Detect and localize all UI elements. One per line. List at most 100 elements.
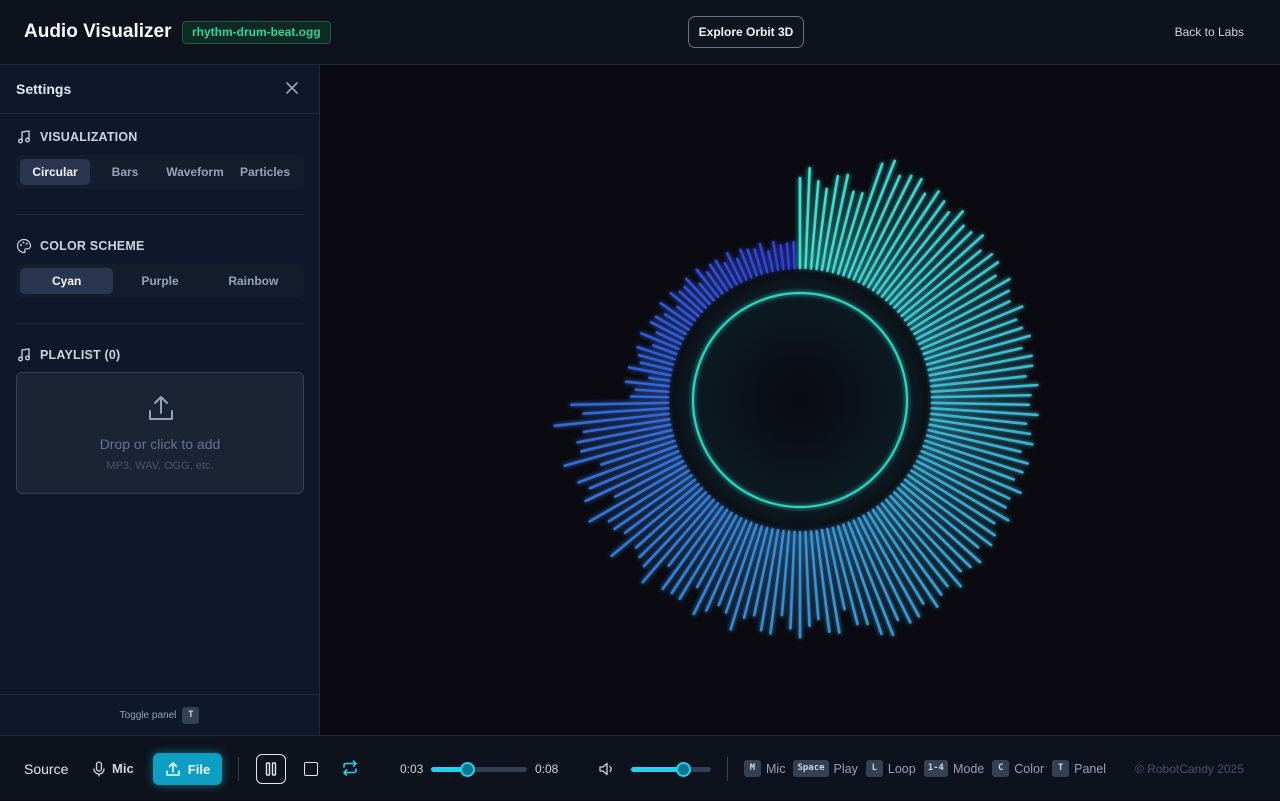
visualizer-bar (804, 167, 812, 270)
visualization-heading: VISUALIZATION (16, 129, 138, 145)
loop-icon[interactable] (341, 759, 359, 777)
visualizer-bar (779, 244, 785, 271)
volume-slider[interactable] (631, 762, 711, 777)
visualizer-bar (725, 252, 743, 284)
shortcut-label: Mode (952, 761, 985, 776)
current-file-badge: rhythm-drum-beat.ogg (182, 21, 331, 44)
visualization-mode-selector: Circular Bars Waveform Particles (16, 155, 304, 189)
visualizer-bar (930, 383, 1039, 394)
visualizer-bar (892, 231, 973, 309)
volume-icon[interactable] (598, 760, 616, 778)
shortcut-key: Space (793, 760, 829, 777)
shortcut-key: L (865, 760, 883, 777)
visualizer-bar (717, 521, 753, 607)
shortcut-label: Mic (766, 761, 786, 776)
visualizer-bar (930, 406, 1039, 417)
keyboard-shortcuts: M Mic Space Play L Loop 1-4 Mode C Color T Pan… (744, 736, 1106, 801)
shortcut-label: Loop (887, 761, 916, 776)
app-title: Audio Visualizer (24, 21, 172, 42)
separator (727, 757, 728, 781)
player-bar: Source Mic File 0:03 0:08 M Mic Space Play… (0, 735, 1280, 800)
shortcut-key: M (744, 760, 761, 777)
seek-handle[interactable] (460, 762, 475, 777)
current-time: 0:03 (400, 762, 424, 776)
playlist-heading: PLAYLIST (0) (16, 347, 120, 363)
shortcut-label: Play (833, 761, 858, 776)
playlist-heading-label: PLAYLIST (0) (40, 348, 121, 362)
scheme-rainbow[interactable]: Rainbow (207, 268, 300, 294)
volume-handle[interactable] (676, 762, 691, 777)
shortcut-label: Color (1014, 761, 1045, 776)
shortcut-loop: L Loop (865, 760, 916, 777)
visualizer-bar (613, 459, 685, 498)
mode-particles[interactable]: Particles (230, 159, 300, 185)
visualizer-bar (698, 282, 716, 302)
explore-orbit-button[interactable]: Explore Orbit 3D (688, 16, 804, 48)
duration: 0:08 (535, 762, 559, 776)
visualizer-bar (769, 529, 785, 635)
seek-slider[interactable] (431, 762, 527, 777)
mic-label: Mic (112, 761, 134, 776)
visualizer-bar (785, 242, 791, 270)
mode-bars[interactable]: Bars (90, 159, 160, 185)
visualizer-bar (648, 376, 671, 383)
visualizer-canvas[interactable] (320, 65, 1280, 735)
settings-panel: Settings VISUALIZATION Circular Bars Wav… (0, 65, 320, 735)
scheme-cyan[interactable]: Cyan (20, 268, 114, 294)
shortcut-label: Panel (1074, 761, 1107, 776)
visualizer-bar (922, 318, 1018, 356)
visualizer-bar (804, 530, 811, 628)
toggle-panel-key: T (182, 706, 200, 724)
stop-icon[interactable] (304, 762, 318, 776)
pause-button[interactable] (256, 754, 286, 784)
scheme-purple[interactable]: Purple (113, 268, 206, 294)
mic-source-button[interactable]: Mic (92, 736, 134, 801)
settings-header: Settings (0, 65, 319, 114)
divider (16, 323, 304, 324)
color-scheme-heading: COLOR SCHEME (16, 238, 145, 254)
color-scheme-heading-label: COLOR SCHEME (40, 239, 145, 253)
visualizer-bar (553, 412, 671, 428)
pause-icon (265, 762, 277, 776)
visualizer-bar (663, 313, 690, 331)
mode-waveform[interactable]: Waveform (160, 159, 230, 185)
color-scheme-selector: Cyan Purple Rainbow (16, 264, 304, 298)
visualization-heading-label: VISUALIZATION (40, 130, 138, 144)
shortcut-key: T (1052, 760, 1070, 777)
upload-icon (149, 396, 173, 420)
visualizer-bar (789, 530, 796, 630)
shortcut-key: C (992, 760, 1010, 777)
shortcut-panel: T Panel (1052, 760, 1106, 777)
music-note-icon (18, 130, 30, 144)
shortcut-play: Space Play (793, 760, 858, 777)
visualizer-bar (930, 393, 1032, 399)
toggle-panel-label: Toggle panel (119, 709, 177, 721)
file-source-button[interactable]: File (153, 753, 222, 785)
close-icon[interactable] (283, 79, 301, 97)
music-note-icon (18, 348, 30, 362)
shortcut-mode: 1-4 Mode (923, 760, 985, 777)
top-bar: Audio Visualizer rhythm-drum-beat.ogg Ex… (0, 0, 1280, 65)
back-to-labs-link[interactable]: Back to Labs (1175, 25, 1244, 39)
dropzone-text: Drop or click to add (99, 436, 221, 452)
playlist-dropzone[interactable]: Drop or click to add MP3, WAV, OGG, etc. (16, 372, 304, 494)
visualizer-bar (889, 224, 965, 306)
separator (238, 757, 239, 781)
palette-icon (16, 238, 32, 254)
mode-circular[interactable]: Circular (20, 159, 90, 185)
shortcut-color: C Color (992, 760, 1044, 777)
visualizer-bar (924, 326, 1024, 361)
visualizer-bar (570, 401, 670, 407)
copyright: © RobotCandy 2025 (1135, 762, 1244, 776)
settings-title: Settings (16, 81, 72, 97)
center-glow (668, 268, 932, 532)
visualizer-bar (792, 240, 796, 270)
visualizer-bar (705, 271, 724, 295)
visualizer-bar (892, 491, 972, 569)
toggle-panel-hint: Toggle panel T (0, 694, 319, 735)
visualizer-bar (629, 395, 670, 399)
visualizer-bar (924, 439, 1024, 474)
visualizer-bar (582, 406, 670, 415)
shortcut-key: 1-4 (923, 760, 948, 777)
visualizer-bar (767, 250, 774, 273)
